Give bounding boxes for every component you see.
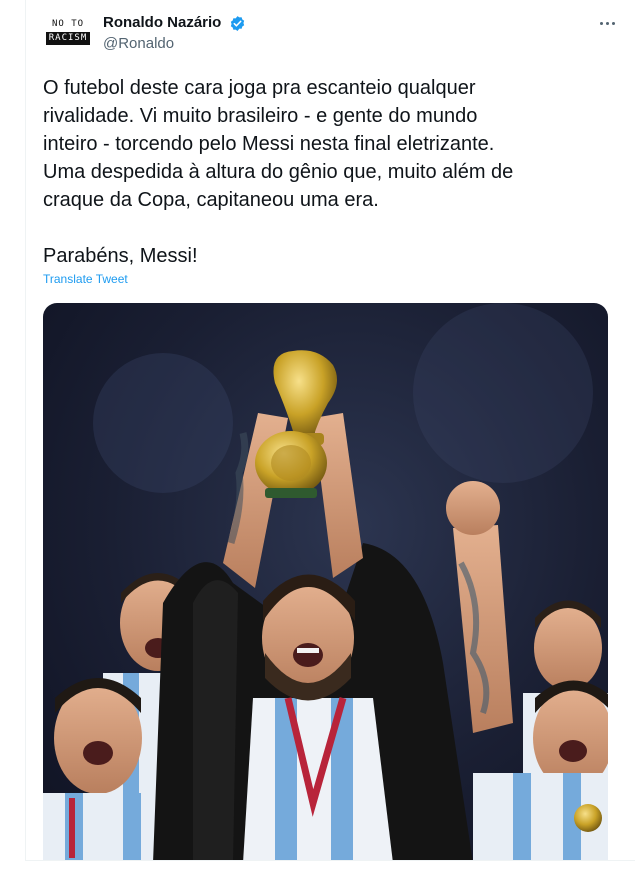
photo-illustration	[43, 303, 608, 860]
avatar-text-bottom: RACISM	[45, 32, 91, 45]
display-name[interactable]: Ronaldo Nazário	[103, 14, 221, 32]
translate-tweet-link[interactable]: Translate Tweet	[43, 272, 128, 286]
avatar-text-top: NO TO	[51, 19, 85, 29]
handle[interactable]: @Ronaldo	[103, 34, 246, 54]
more-options-icon[interactable]	[596, 14, 618, 32]
verified-badge-icon	[230, 15, 244, 31]
avatar[interactable]: NO TO RACISM	[44, 14, 92, 50]
user-info: Ronaldo Nazário @Ronaldo	[103, 14, 246, 54]
tweet-photo[interactable]	[43, 303, 608, 860]
tweet-card[interactable]: NO TO RACISM Ronaldo Nazário @Ronaldo O …	[25, 0, 635, 861]
tweet-text: O futebol deste cara joga pra escanteio …	[43, 77, 514, 267]
